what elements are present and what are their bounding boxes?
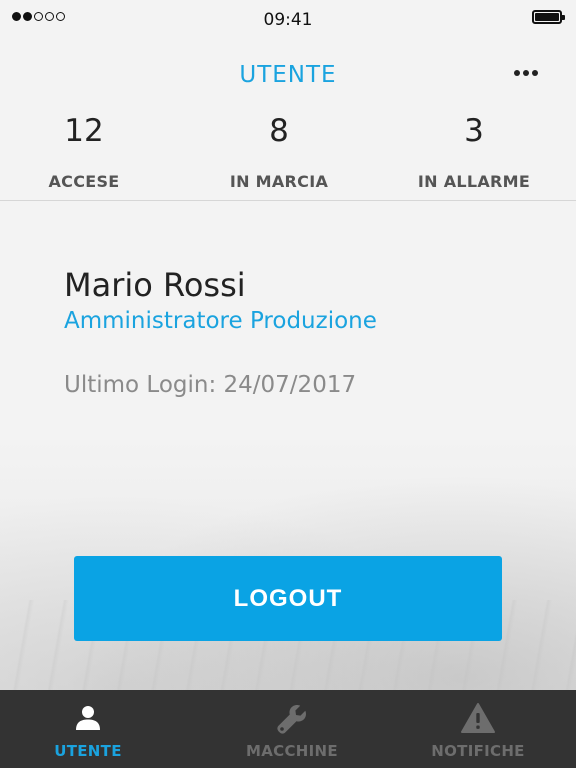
tab-notifiche[interactable]: NOTIFICHE (382, 690, 574, 768)
logout-button[interactable]: LOGOUT (74, 556, 502, 641)
last-login: Ultimo Login: 24/07/2017 (64, 372, 357, 398)
stat-in-marcia: 8 IN MARCIA (189, 110, 369, 191)
battery-icon (532, 10, 565, 24)
stat-value: 8 (269, 113, 289, 149)
tab-label: MACCHINE (246, 742, 338, 760)
page-title: UTENTE (239, 62, 337, 88)
wrench-icon (196, 702, 388, 734)
stat-label: IN ALLARME (417, 172, 531, 191)
tab-label: UTENTE (54, 742, 122, 760)
stat-value: 12 (64, 113, 104, 149)
stat-in-allarme: 3 IN ALLARME (384, 110, 564, 191)
user-name: Mario Rossi (64, 266, 246, 304)
user-role: Amministratore Produzione (64, 308, 377, 334)
machine-stats: 12 ACCESE 8 IN MARCIA 3 IN ALLARME (0, 110, 576, 200)
more-options-button[interactable] (512, 66, 540, 80)
stat-accese: 12 ACCESE (0, 110, 174, 191)
status-time: 09:41 (263, 10, 313, 30)
stat-value: 3 (464, 113, 484, 149)
tab-macchine[interactable]: MACCHINE (196, 690, 388, 768)
tab-label: NOTIFICHE (431, 742, 525, 760)
stat-label: IN MARCIA (229, 172, 329, 191)
tab-bar: UTENTE MACCHINE NOTIFICHE (0, 690, 576, 768)
stats-divider (0, 200, 576, 201)
status-bar: 09:41 (0, 0, 576, 40)
warning-icon (382, 702, 574, 734)
user-icon (0, 702, 184, 734)
more-horizontal-icon (514, 70, 520, 76)
stat-label: ACCESE (48, 172, 120, 191)
tab-utente[interactable]: UTENTE (0, 690, 184, 768)
